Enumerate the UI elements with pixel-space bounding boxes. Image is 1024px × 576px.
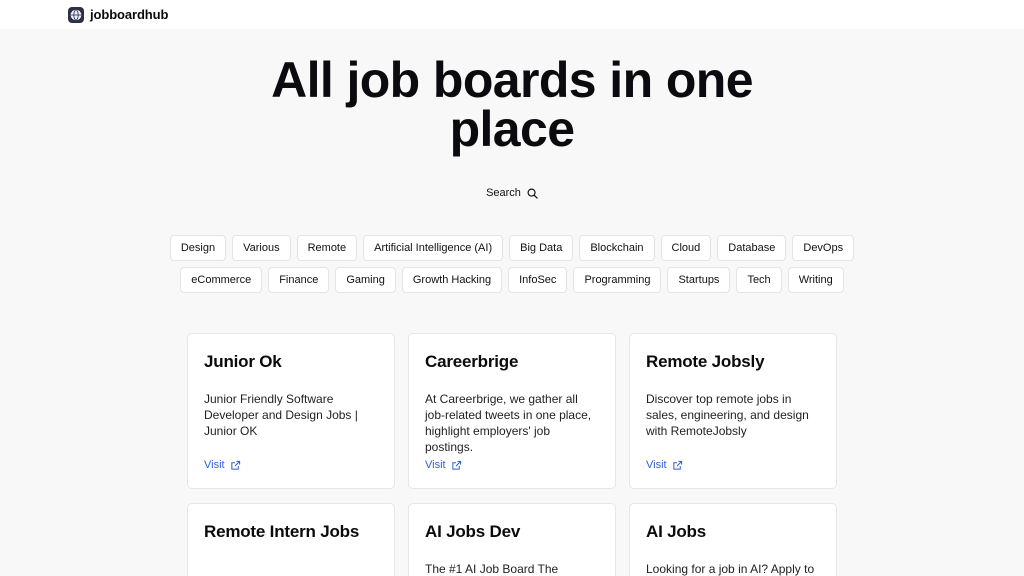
hero-title-line-2: place	[449, 101, 575, 157]
tag-design[interactable]: Design	[169, 235, 227, 261]
job-board-card-remote-jobsly: Remote Jobsly Discover top remote jobs i…	[629, 333, 837, 489]
category-tags-row-2: eCommerce Finance Gaming Growth Hacking …	[0, 267, 1024, 293]
job-board-card-remote-intern-jobs: Remote Intern Jobs	[187, 503, 395, 576]
hero-title: All job boards in one place	[0, 52, 1024, 157]
card-description: At Careerbrige, we gather all job-relate…	[425, 392, 592, 454]
card-title: Junior Ok	[204, 352, 282, 371]
tag-remote[interactable]: Remote	[296, 235, 358, 261]
card-title: AI Jobs	[646, 522, 707, 541]
card-description: Looking for a job in AI? Apply to	[646, 562, 815, 576]
tag-growth-hacking[interactable]: Growth Hacking	[401, 267, 503, 293]
external-link-icon	[451, 460, 461, 470]
hero-title-line-1: All job boards in one	[271, 52, 753, 108]
tag-various[interactable]: Various	[232, 235, 291, 261]
tag-big-data[interactable]: Big Data	[509, 235, 574, 261]
card-title: Remote Intern Jobs	[204, 522, 360, 541]
visit-link[interactable]: Visit	[204, 459, 241, 471]
tag-database[interactable]: Database	[717, 235, 787, 261]
tag-artificial-intelligence[interactable]: Artificial Intelligence (AI)	[363, 235, 504, 261]
card-description: The #1 AI Job Board The Biggest	[425, 562, 559, 576]
search-icon	[527, 188, 538, 199]
tag-finance[interactable]: Finance	[268, 267, 330, 293]
tag-programming[interactable]: Programming	[573, 267, 662, 293]
card-description: Discover top remote jobs in sales, engin…	[646, 392, 809, 438]
search-label: Search	[486, 187, 521, 199]
card-description: Junior Friendly Software Developer and D…	[204, 392, 358, 438]
tag-blockchain[interactable]: Blockchain	[579, 235, 655, 261]
job-board-card-ai-jobs: AI Jobs Looking for a job in AI? Apply t…	[629, 503, 837, 576]
tag-writing[interactable]: Writing	[787, 267, 844, 293]
visit-label: Visit	[646, 459, 667, 471]
category-tags-row-1: Design Various Remote Artificial Intelli…	[0, 235, 1024, 261]
external-link-icon	[672, 460, 682, 470]
search-button[interactable]: Search	[476, 182, 548, 204]
top-navigation-bar: jobboardhub	[0, 0, 1024, 29]
visit-link[interactable]: Visit	[646, 459, 683, 471]
visit-link[interactable]: Visit	[425, 459, 462, 471]
visit-label: Visit	[425, 459, 446, 471]
job-board-card-careerbrige: Careerbrige At Careerbrige, we gather al…	[408, 333, 616, 489]
brand-name: jobboardhub	[90, 7, 169, 22]
brand-logo-link[interactable]: jobboardhub	[68, 6, 168, 23]
job-board-card-ai-jobs-dev: AI Jobs Dev The #1 AI Job Board The Bigg…	[408, 503, 616, 576]
visit-label: Visit	[204, 459, 225, 471]
tag-devops[interactable]: DevOps	[792, 235, 855, 261]
card-title: Remote Jobsly	[646, 352, 765, 371]
job-board-card-junior-ok: Junior Ok Junior Friendly Software Devel…	[187, 333, 395, 489]
card-title: AI Jobs Dev	[425, 522, 521, 541]
tag-startups[interactable]: Startups	[667, 267, 731, 293]
tag-cloud[interactable]: Cloud	[660, 235, 712, 261]
globe-icon	[68, 6, 84, 23]
tag-infosec[interactable]: InfoSec	[508, 267, 568, 293]
tag-tech[interactable]: Tech	[736, 267, 782, 293]
tag-ecommerce[interactable]: eCommerce	[180, 267, 263, 293]
tag-gaming[interactable]: Gaming	[335, 267, 396, 293]
card-title: Careerbrige	[425, 352, 519, 371]
external-link-icon	[230, 460, 240, 470]
